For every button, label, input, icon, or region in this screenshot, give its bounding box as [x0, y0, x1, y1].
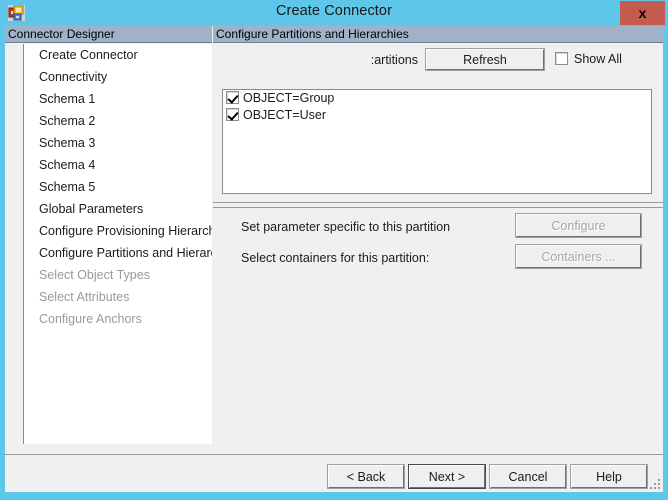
configure-button[interactable]: Configure: [515, 213, 642, 238]
sidebar-item-label: Global Parameters: [39, 202, 144, 216]
checkbox-box[interactable]: [555, 52, 568, 65]
cancel-button[interactable]: Cancel: [489, 464, 567, 489]
list-item-label: OBJECT=User: [243, 108, 327, 122]
window-title: Create Connector: [275, 3, 393, 19]
partitions-label: artitions:: [370, 53, 418, 67]
refresh-button[interactable]: Refresh: [425, 48, 545, 71]
sidebar-item-schema-4[interactable]: Schema 4: [24, 154, 212, 176]
connector-designer-pane: Connector Designer Create Connector Conn…: [5, 26, 212, 450]
title-bar: Create Connector x: [0, 0, 668, 26]
sidebar-item-label: Schema 4: [39, 158, 96, 172]
sidebar-item-label: Connectivity: [39, 70, 108, 84]
client-area: Connector Designer Create Connector Conn…: [5, 26, 663, 492]
sidebar-item-global-parameters[interactable]: Global Parameters: [24, 198, 212, 220]
sidebar-item-label: Schema 5: [39, 180, 96, 194]
next-button[interactable]: Next >: [408, 464, 486, 489]
main-pane-body: artitions: Refresh Show All OBJECT=Group…: [213, 44, 663, 450]
sidebar-item-label: Create Connector: [39, 48, 138, 62]
sidebar-item-schema-1[interactable]: Schema 1: [24, 88, 212, 110]
sidebar-item-label: Configure Provisioning Hierarchy: [39, 224, 212, 238]
sidebar-item-label: Select Attributes: [39, 290, 130, 304]
sidebar-item-label: Configure Partitions and Hierarchies: [39, 246, 212, 260]
partition-details-section: Set parameter specific to this partition…: [213, 210, 663, 450]
create-connector-window: Create Connector x Connector Designer Cr…: [0, 0, 668, 500]
show-all-checkbox[interactable]: Show All: [555, 52, 622, 68]
partitions-section: artitions: Refresh Show All OBJECT=Group…: [213, 44, 663, 201]
sidebar-item-schema-2[interactable]: Schema 2: [24, 110, 212, 132]
sidebar-item-configure-partitions-and-hierarchies[interactable]: ⇒ Configure Partitions and Hierarchies: [24, 242, 212, 264]
sidebar-item-label: Select Object Types: [39, 268, 150, 282]
sidebar-item-select-object-types: Select Object Types: [24, 264, 212, 286]
containers-row-label: Select containers for this partition:: [241, 251, 430, 265]
show-all-label: Show All: [574, 52, 622, 66]
sidebar-item-schema-3[interactable]: Schema 3: [24, 132, 212, 154]
main-pane-header: Configure Partitions and Hierarchies: [213, 26, 663, 43]
close-icon[interactable]: x: [620, 1, 665, 25]
sidebar-item-configure-provisioning-hierarchy[interactable]: Configure Provisioning Hierarchy: [24, 220, 212, 242]
sidebar-item-label: Schema 1: [39, 92, 96, 106]
sidebar-item-select-attributes: Select Attributes: [24, 286, 212, 308]
list-item[interactable]: OBJECT=User: [223, 107, 651, 124]
sidebar-header: Connector Designer: [5, 26, 212, 43]
horizontal-splitter[interactable]: [213, 202, 663, 208]
sidebar-item-configure-anchors: Configure Anchors: [24, 308, 212, 330]
sidebar-item-label: Schema 2: [39, 114, 96, 128]
resize-grip-icon[interactable]: [648, 477, 662, 491]
parameter-row-label: Set parameter specific to this partition: [241, 220, 451, 234]
help-button[interactable]: Help: [570, 464, 648, 489]
sidebar-item-schema-5[interactable]: Schema 5: [24, 176, 212, 198]
checkbox-box[interactable]: [226, 91, 239, 104]
configure-partitions-pane: Configure Partitions and Hierarchies art…: [213, 26, 663, 450]
sidebar-item-connectivity[interactable]: Connectivity: [24, 66, 212, 88]
footer-button-bar: < Back Next > Cancel Help: [5, 456, 663, 492]
containers-button[interactable]: Containers ...: [515, 244, 642, 269]
sidebar-item-label: Configure Anchors: [39, 312, 142, 326]
partitions-listbox[interactable]: OBJECT=Group OBJECT=User: [222, 89, 652, 194]
sidebar-item-label: Schema 3: [39, 136, 96, 150]
sidebar-item-create-connector[interactable]: Create Connector: [24, 44, 212, 66]
checkbox-box[interactable]: [226, 108, 239, 121]
sidebar-nav-list[interactable]: Create Connector Connectivity Schema 1 S…: [23, 44, 212, 444]
back-button[interactable]: < Back: [327, 464, 405, 489]
list-item-label: OBJECT=Group: [243, 91, 335, 105]
list-item[interactable]: OBJECT=Group: [223, 90, 651, 107]
